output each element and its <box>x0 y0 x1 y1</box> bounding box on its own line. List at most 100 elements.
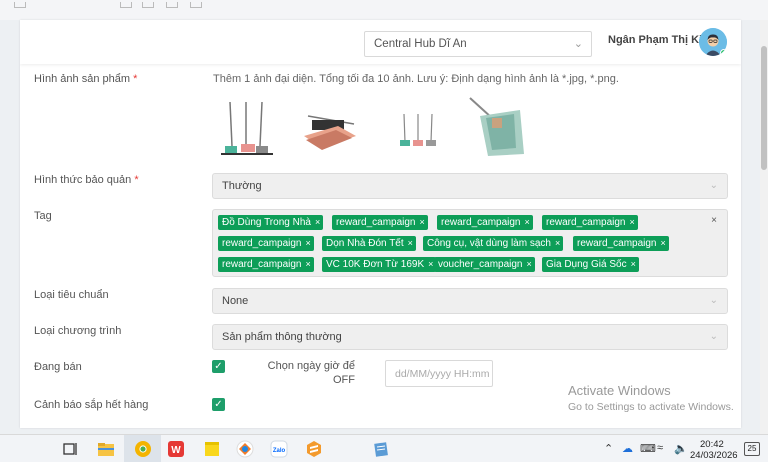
close-icon[interactable]: × <box>661 238 666 248</box>
low-stock-checkbox[interactable]: ✓ <box>212 398 225 411</box>
product-image-2[interactable] <box>298 96 362 160</box>
close-icon[interactable]: × <box>630 217 635 227</box>
tag-text: Đồ Dùng Trong Nhà <box>222 217 311 228</box>
notepad-icon[interactable] <box>372 440 390 458</box>
online-status-dot <box>720 49 727 56</box>
photos-icon[interactable] <box>236 440 254 458</box>
tag-chip[interactable]: voucher_campaign × <box>434 257 535 272</box>
toolbar-icon <box>142 2 154 8</box>
task-view-icon[interactable] <box>62 440 80 458</box>
product-image-1[interactable] <box>216 96 280 160</box>
storage-select[interactable]: Thường ⌄ <box>212 173 728 199</box>
notification-badge[interactable]: 25 <box>744 442 760 456</box>
toolbar-icon <box>166 2 178 8</box>
tag-chip[interactable]: Gia Dụng Giá Sốc × <box>542 257 639 272</box>
images-label: Hình ảnh sản phẩm * <box>34 73 137 85</box>
onedrive-icon[interactable]: ☁ <box>622 442 633 455</box>
tag-text: reward_campaign <box>222 238 302 249</box>
low-stock-label: Cảnh báo sắp hết hàng <box>34 399 149 411</box>
svg-text:W: W <box>171 445 181 456</box>
tag-chip[interactable]: reward_campaign × <box>218 236 314 251</box>
tag-text: reward_campaign <box>577 238 657 249</box>
clear-all-icon[interactable]: × <box>711 215 717 226</box>
wps-office-icon[interactable]: W <box>167 440 185 458</box>
clock-time[interactable]: 20:42 <box>700 439 724 450</box>
tag-text: voucher_campaign <box>438 259 523 270</box>
chevron-down-icon: ⌄ <box>709 331 718 342</box>
storage-label: Hình thức bảo quản * <box>34 174 139 186</box>
windows-taskbar: W Zalo ⌃ ☁ ⌨ ≈ 🔈 20:42 24/03/2026 25 <box>0 434 768 462</box>
product-image-4[interactable] <box>466 96 530 160</box>
storage-label-text: Hình thức bảo quản <box>34 174 132 186</box>
toolbar-icon <box>190 2 202 8</box>
close-icon[interactable]: × <box>428 259 433 269</box>
tag-chip[interactable]: Đồ Dùng Trong Nhà × <box>218 215 324 230</box>
tag-chip[interactable]: reward_campaign × <box>573 236 669 251</box>
standard-value: None <box>222 295 249 307</box>
tag-chip[interactable]: Công cụ, vật dùng làm sạch × <box>423 236 564 251</box>
program-select[interactable]: Sản phẩm thông thường ⌄ <box>212 324 728 350</box>
storage-value: Thường <box>222 180 262 192</box>
tag-input[interactable]: Đồ Dùng Trong Nhà × reward_campaign × rewa… <box>212 209 728 277</box>
tag-text: Gia Dụng Giá Sốc <box>546 259 627 270</box>
tag-chip[interactable]: reward_campaign × <box>218 257 314 272</box>
standard-select[interactable]: None ⌄ <box>212 288 728 314</box>
close-icon[interactable]: × <box>420 217 425 227</box>
required-mark: * <box>133 73 138 85</box>
standard-label: Loại tiêu chuẩn <box>34 289 109 301</box>
chevron-down-icon: ⌄ <box>709 295 718 306</box>
tag-label: Tag <box>34 210 52 222</box>
toolbar-icon <box>120 2 132 8</box>
wifi-icon[interactable]: ≈ <box>657 442 663 454</box>
tag-chip[interactable]: reward_campaign × <box>437 215 533 230</box>
close-icon[interactable]: × <box>527 259 532 269</box>
activate-windows-subtitle: Go to Settings to activate Windows. <box>568 401 734 413</box>
user-name[interactable]: Ngân Phạm Thị Kim <box>608 34 712 46</box>
browser-top-strip <box>0 0 768 20</box>
program-label: Loại chương trình <box>34 325 122 337</box>
tag-chip[interactable]: VC 10K Đơn Từ 169K × <box>322 257 437 272</box>
activate-windows-title: Activate Windows <box>568 383 671 398</box>
close-icon[interactable]: × <box>306 238 311 248</box>
close-icon[interactable]: × <box>315 217 320 227</box>
svg-text:Zalo: Zalo <box>273 448 286 454</box>
keyboard-icon[interactable]: ⌨ <box>640 442 656 455</box>
tag-text: reward_campaign <box>222 259 302 270</box>
chevron-down-icon: ⌄ <box>573 38 583 50</box>
close-icon[interactable]: × <box>408 238 413 248</box>
scrollbar-thumb[interactable] <box>761 46 767 170</box>
tag-chip[interactable]: reward_campaign × <box>542 215 638 230</box>
sublime-text-icon[interactable] <box>305 440 323 458</box>
hub-select[interactable]: Central Hub Dĩ An ⌄ <box>364 31 592 57</box>
product-image-3[interactable] <box>388 96 452 160</box>
close-icon[interactable]: × <box>525 217 530 227</box>
volume-icon[interactable]: 🔈 <box>674 442 688 455</box>
selling-label: Đang bán <box>34 361 82 373</box>
tag-chip[interactable]: Dọn Nhà Đón Tết × <box>322 236 416 251</box>
chrome-canary-icon[interactable] <box>134 440 152 458</box>
off-date-input[interactable]: dd/MM/yyyy HH:mm <box>385 360 493 387</box>
program-value: Sản phẩm thông thường <box>222 331 342 343</box>
tag-text: reward_campaign <box>441 217 521 228</box>
tag-text: reward_campaign <box>546 217 626 228</box>
close-icon[interactable]: × <box>306 259 311 269</box>
off-date-label: Chọn ngày giờ để OFF <box>267 360 355 386</box>
toolbar-icon <box>14 2 26 8</box>
selling-checkbox[interactable]: ✓ <box>212 360 225 373</box>
product-form-card: Central Hub Dĩ An ⌄ Ngân Phạm Thị Kim Hì… <box>20 20 741 428</box>
file-explorer-icon[interactable] <box>97 440 115 458</box>
close-icon[interactable]: × <box>555 238 560 248</box>
zalo-icon[interactable]: Zalo <box>270 440 288 458</box>
images-label-text: Hình ảnh sản phẩm <box>34 73 131 85</box>
tag-text: Dọn Nhà Đón Tết <box>326 238 404 249</box>
clock-date[interactable]: 24/03/2026 <box>690 450 738 461</box>
avatar[interactable] <box>699 28 727 56</box>
required-mark: * <box>134 174 139 186</box>
hub-select-value: Central Hub Dĩ An <box>374 38 467 50</box>
sticky-notes-icon[interactable] <box>203 440 221 458</box>
chevron-down-icon: ⌄ <box>709 180 718 191</box>
close-icon[interactable]: × <box>631 259 636 269</box>
tag-text: VC 10K Đơn Từ 169K <box>326 259 425 270</box>
chevron-up-icon[interactable]: ⌃ <box>604 442 613 455</box>
tag-chip[interactable]: reward_campaign × <box>332 215 428 230</box>
